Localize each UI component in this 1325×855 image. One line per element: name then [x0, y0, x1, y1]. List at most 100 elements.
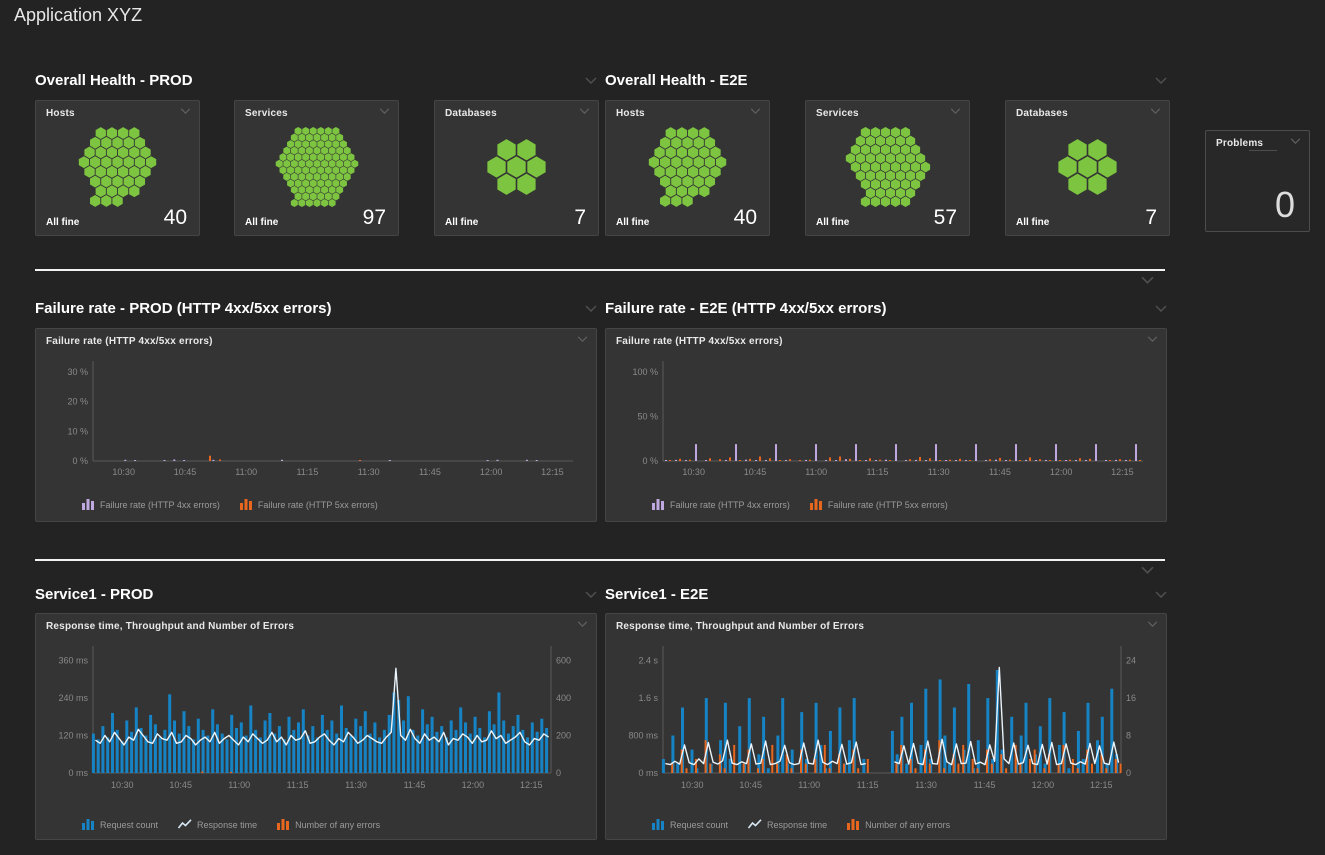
chevron-down-icon[interactable]: [1155, 77, 1167, 84]
honeycomb-hosts: [612, 125, 763, 209]
page-title: Application XYZ: [14, 5, 142, 26]
svg-text:11:15: 11:15: [866, 467, 888, 477]
legend-item[interactable]: Number of any errors: [847, 819, 950, 830]
svg-text:11:45: 11:45: [419, 467, 441, 477]
chart-legend: Request count Response time Number of any …: [82, 819, 380, 830]
service-chart-tile-prod[interactable]: Response time, Throughput and Number of …: [35, 613, 597, 840]
svg-text:10:45: 10:45: [174, 467, 197, 477]
failure-chart-tile-prod[interactable]: Failure rate (HTTP 4xx/5xx errors) 30 % 2…: [35, 328, 597, 522]
health-tile-databases-e2e[interactable]: Databases All fine 7: [1005, 100, 1170, 236]
health-tile-databases-prod[interactable]: Databases All fine 7: [434, 100, 599, 236]
svg-text:12:00: 12:00: [480, 467, 503, 477]
chevron-down-icon[interactable]: [1155, 305, 1167, 312]
svg-text:600: 600: [556, 656, 571, 666]
chevron-down-icon[interactable]: [1141, 276, 1154, 284]
failure-chart-tile-e2e[interactable]: Failure rate (HTTP 4xx/5xx errors) 100 %…: [605, 328, 1167, 522]
chart-title: Response time, Throughput and Number of …: [46, 621, 294, 632]
svg-text:20 %: 20 %: [67, 397, 88, 407]
entity-count: 7: [574, 207, 586, 228]
entity-count: 97: [363, 207, 386, 228]
chevron-down-icon[interactable]: [577, 336, 588, 342]
legend-label: Failure rate (HTTP 4xx errors): [100, 500, 220, 510]
svg-text:11:30: 11:30: [358, 467, 380, 477]
svg-text:11:45: 11:45: [974, 780, 996, 790]
honeycomb-services: [241, 125, 392, 209]
legend-item[interactable]: Failure rate (HTTP 5xx errors): [240, 499, 378, 510]
problems-tile[interactable]: Problems 0: [1205, 130, 1310, 232]
chevron-down-icon[interactable]: [1150, 108, 1161, 114]
chart-title: Failure rate (HTTP 4xx/5xx errors): [46, 336, 213, 347]
chevron-down-icon[interactable]: [585, 77, 597, 84]
honeycomb-databases: [441, 125, 592, 209]
svg-text:10:30: 10:30: [682, 467, 705, 477]
problems-count: 0: [1275, 187, 1295, 223]
svg-text:400: 400: [556, 693, 571, 703]
chevron-down-icon[interactable]: [379, 108, 390, 114]
chart-svg: 30 %20 %10 %0 %10:3010:4511:0011:1511:30…: [47, 355, 585, 489]
svg-text:30 %: 30 %: [67, 367, 88, 377]
svg-text:10:30: 10:30: [111, 780, 134, 790]
legend-label: Number of any errors: [865, 820, 950, 830]
health-tile-services-e2e[interactable]: Services All fine 57: [805, 100, 970, 236]
legend-item[interactable]: Failure rate (HTTP 4xx errors): [82, 499, 220, 510]
chevron-down-icon[interactable]: [585, 591, 597, 598]
section-divider: [35, 269, 1165, 271]
status-label: All fine: [816, 217, 849, 228]
chevron-down-icon[interactable]: [585, 305, 597, 312]
legend-label: Number of any errors: [295, 820, 380, 830]
legend-item[interactable]: Request count: [82, 819, 158, 830]
legend-item[interactable]: Request count: [652, 819, 728, 830]
tile-label: Databases: [445, 108, 497, 119]
section-divider: [35, 559, 1165, 561]
svg-text:11:30: 11:30: [915, 780, 937, 790]
svg-text:800 ms: 800 ms: [628, 731, 658, 741]
failure-chart-e2e: 100 %50 %0 %10:3010:4511:0011:1511:3011:…: [617, 355, 1155, 494]
legend-item[interactable]: Failure rate (HTTP 5xx errors): [810, 499, 948, 510]
svg-text:10 %: 10 %: [67, 426, 88, 436]
chevron-down-icon[interactable]: [180, 108, 191, 114]
chevron-down-icon[interactable]: [1147, 621, 1158, 627]
honeycomb-svg: [648, 127, 727, 207]
service-chart-tile-e2e[interactable]: Response time, Throughput and Number of …: [605, 613, 1167, 840]
chevron-down-icon[interactable]: [579, 108, 590, 114]
legend-item[interactable]: Response time: [178, 819, 257, 830]
section-header-health-e2e: Overall Health - E2E: [605, 72, 1167, 89]
svg-text:10:30: 10:30: [112, 467, 135, 477]
chevron-down-icon[interactable]: [1290, 138, 1301, 144]
chart-legend: Failure rate (HTTP 4xx errors) Failure ra…: [82, 499, 378, 510]
entity-count: 40: [164, 207, 187, 228]
legend-item[interactable]: Number of any errors: [277, 819, 380, 830]
section-title: Failure rate - E2E (HTTP 4xx/5xx errors): [605, 300, 887, 317]
svg-text:0 %: 0 %: [72, 456, 88, 466]
health-tile-services-prod[interactable]: Services All fine 97: [234, 100, 399, 236]
legend-label: Failure rate (HTTP 4xx errors): [670, 500, 790, 510]
chevron-down-icon[interactable]: [950, 108, 961, 114]
svg-text:12:00: 12:00: [462, 780, 485, 790]
chevron-down-icon[interactable]: [1155, 591, 1167, 598]
legend-label: Response time: [197, 820, 257, 830]
failure-chart-prod: 30 %20 %10 %0 %10:3010:4511:0011:1511:30…: [47, 355, 585, 494]
service-chart-e2e: 2.4 s1.6 s800 ms0 ms24168010:3010:4511:0…: [617, 640, 1155, 809]
health-tile-hosts-prod[interactable]: Hosts All fine 40: [35, 100, 200, 236]
svg-text:8: 8: [1126, 731, 1131, 741]
health-tile-hosts-e2e[interactable]: Hosts All fine 40: [605, 100, 770, 236]
chart-legend: Failure rate (HTTP 4xx errors) Failure ra…: [652, 499, 948, 510]
status-label: All fine: [46, 217, 79, 228]
honeycomb-svg: [275, 127, 359, 207]
section-title: Service1 - E2E: [605, 586, 708, 603]
chevron-down-icon[interactable]: [1147, 336, 1158, 342]
bar-series-icon: [847, 819, 860, 830]
svg-text:0: 0: [1126, 768, 1131, 778]
status-label: All fine: [1016, 217, 1049, 228]
chevron-down-icon[interactable]: [577, 621, 588, 627]
svg-text:24: 24: [1126, 656, 1136, 666]
chevron-down-icon[interactable]: [1141, 566, 1154, 574]
legend-item[interactable]: Failure rate (HTTP 4xx errors): [652, 499, 790, 510]
section-title: Failure rate - PROD (HTTP 4xx/5xx errors…: [35, 300, 332, 317]
legend-item[interactable]: Response time: [748, 819, 827, 830]
chevron-down-icon[interactable]: [750, 108, 761, 114]
entity-count: 57: [934, 207, 957, 228]
section-header-service-prod: Service1 - PROD: [35, 586, 597, 603]
tile-label: Services: [816, 108, 859, 119]
service-chart-prod: 360 ms240 ms120 ms0 ms600400200010:3010:…: [47, 640, 585, 809]
